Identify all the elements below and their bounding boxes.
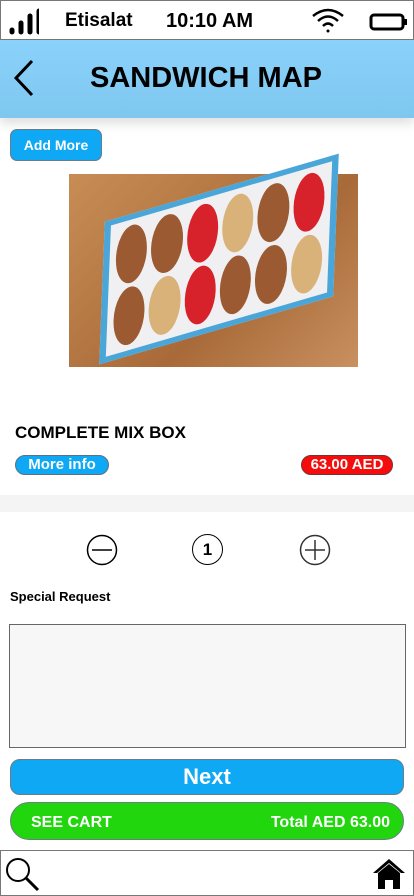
special-request-label: Special Request	[10, 589, 111, 604]
search-icon[interactable]	[4, 856, 40, 894]
special-request-input[interactable]	[9, 624, 406, 748]
see-cart-button[interactable]: SEE CART Total AED 63.00	[10, 802, 404, 840]
page-title: SANDWICH MAP	[90, 62, 322, 94]
header: SANDWICH MAP	[0, 40, 414, 118]
tab-bar	[0, 850, 414, 896]
quantity-value: 1	[192, 534, 223, 565]
see-cart-label: SEE CART	[31, 814, 112, 831]
product-name: COMPLETE MIX BOX	[15, 423, 186, 442]
more-info-button[interactable]: More info	[15, 455, 109, 475]
divider	[0, 495, 414, 512]
home-icon[interactable]	[372, 858, 406, 890]
plus-circle-icon[interactable]	[299, 534, 331, 566]
wifi-icon	[312, 8, 344, 33]
add-more-button[interactable]: Add More	[10, 129, 102, 161]
carrier-name: Etisalat	[65, 10, 133, 31]
battery-icon	[369, 13, 407, 31]
signal-icon	[9, 8, 39, 35]
product-image	[69, 153, 358, 367]
next-button[interactable]: Next	[10, 759, 404, 795]
minus-circle-icon[interactable]	[86, 534, 118, 566]
price-badge: 63.00 AED	[301, 455, 393, 475]
back-button[interactable]	[12, 59, 36, 97]
status-bar: Etisalat 10:10 AM	[0, 0, 414, 40]
clock: 10:10 AM	[166, 10, 254, 32]
cart-total: Total AED 63.00	[270, 814, 390, 831]
